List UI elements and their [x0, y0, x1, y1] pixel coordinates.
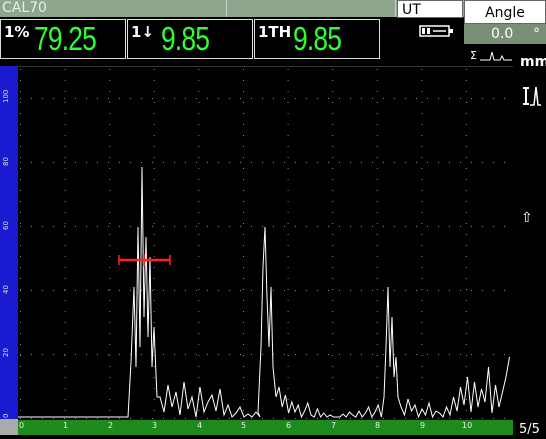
signal-sigma-icon: Σ [470, 49, 512, 62]
x-tick: 5 [241, 421, 247, 430]
readout-value: 9.85 [161, 20, 210, 57]
readout-label: 1↓ [131, 23, 155, 41]
readout-amplitude[interactable]: 1% 79.25 [0, 19, 126, 59]
ascan-plot[interactable] [18, 66, 513, 420]
y-tick: 60 [2, 221, 10, 230]
y-tick: 0 [2, 413, 10, 418]
y-tick: 20 [2, 348, 10, 357]
ascan-signal [18, 166, 510, 419]
x-tick: 7 [331, 421, 337, 430]
angle-value[interactable]: 0.0 ° [464, 24, 546, 44]
y-tick: 100 [2, 89, 10, 103]
x-axis [18, 419, 513, 435]
gate-marker[interactable] [118, 254, 171, 266]
angle-unit: ° [533, 26, 540, 42]
peak-memory-icon[interactable] [522, 83, 542, 109]
x-tick: 2 [108, 421, 114, 430]
battery-icon [419, 25, 453, 37]
page-indicator: 5/5 [519, 422, 540, 437]
svg-text:Σ: Σ [470, 49, 477, 62]
y-axis [0, 66, 18, 419]
readout-thickness[interactable]: 1TH 9.85 [254, 19, 380, 59]
status-cell [227, 0, 396, 17]
readout-value: 9.85 [293, 20, 342, 57]
x-tick: 1 [63, 421, 69, 430]
x-tick: 0 [19, 421, 25, 430]
x-tick: 6 [286, 421, 292, 430]
x-tick: 9 [420, 421, 426, 430]
readout-value: 79.25 [34, 20, 97, 57]
unit-label: mm [520, 54, 546, 70]
axis-corner [0, 419, 18, 435]
setup-name: CAL70 [2, 0, 47, 16]
readout-label: 1% [4, 23, 30, 41]
x-tick: 3 [152, 421, 158, 430]
readout-depth[interactable]: 1↓ 9.85 [127, 19, 253, 59]
grid [20, 69, 505, 419]
y-tick: 80 [2, 157, 10, 166]
x-tick: 8 [375, 421, 381, 430]
readout-label: 1TH [258, 23, 292, 41]
y-tick: 40 [2, 285, 10, 294]
angle-label[interactable]: Angle [464, 0, 546, 24]
x-tick: 4 [197, 421, 203, 430]
angle-number: 0.0 [491, 26, 514, 42]
x-tick: 10 [462, 421, 473, 430]
mode-label[interactable]: UT [397, 0, 463, 18]
cursor-up-icon[interactable]: ⇧ [521, 210, 533, 226]
